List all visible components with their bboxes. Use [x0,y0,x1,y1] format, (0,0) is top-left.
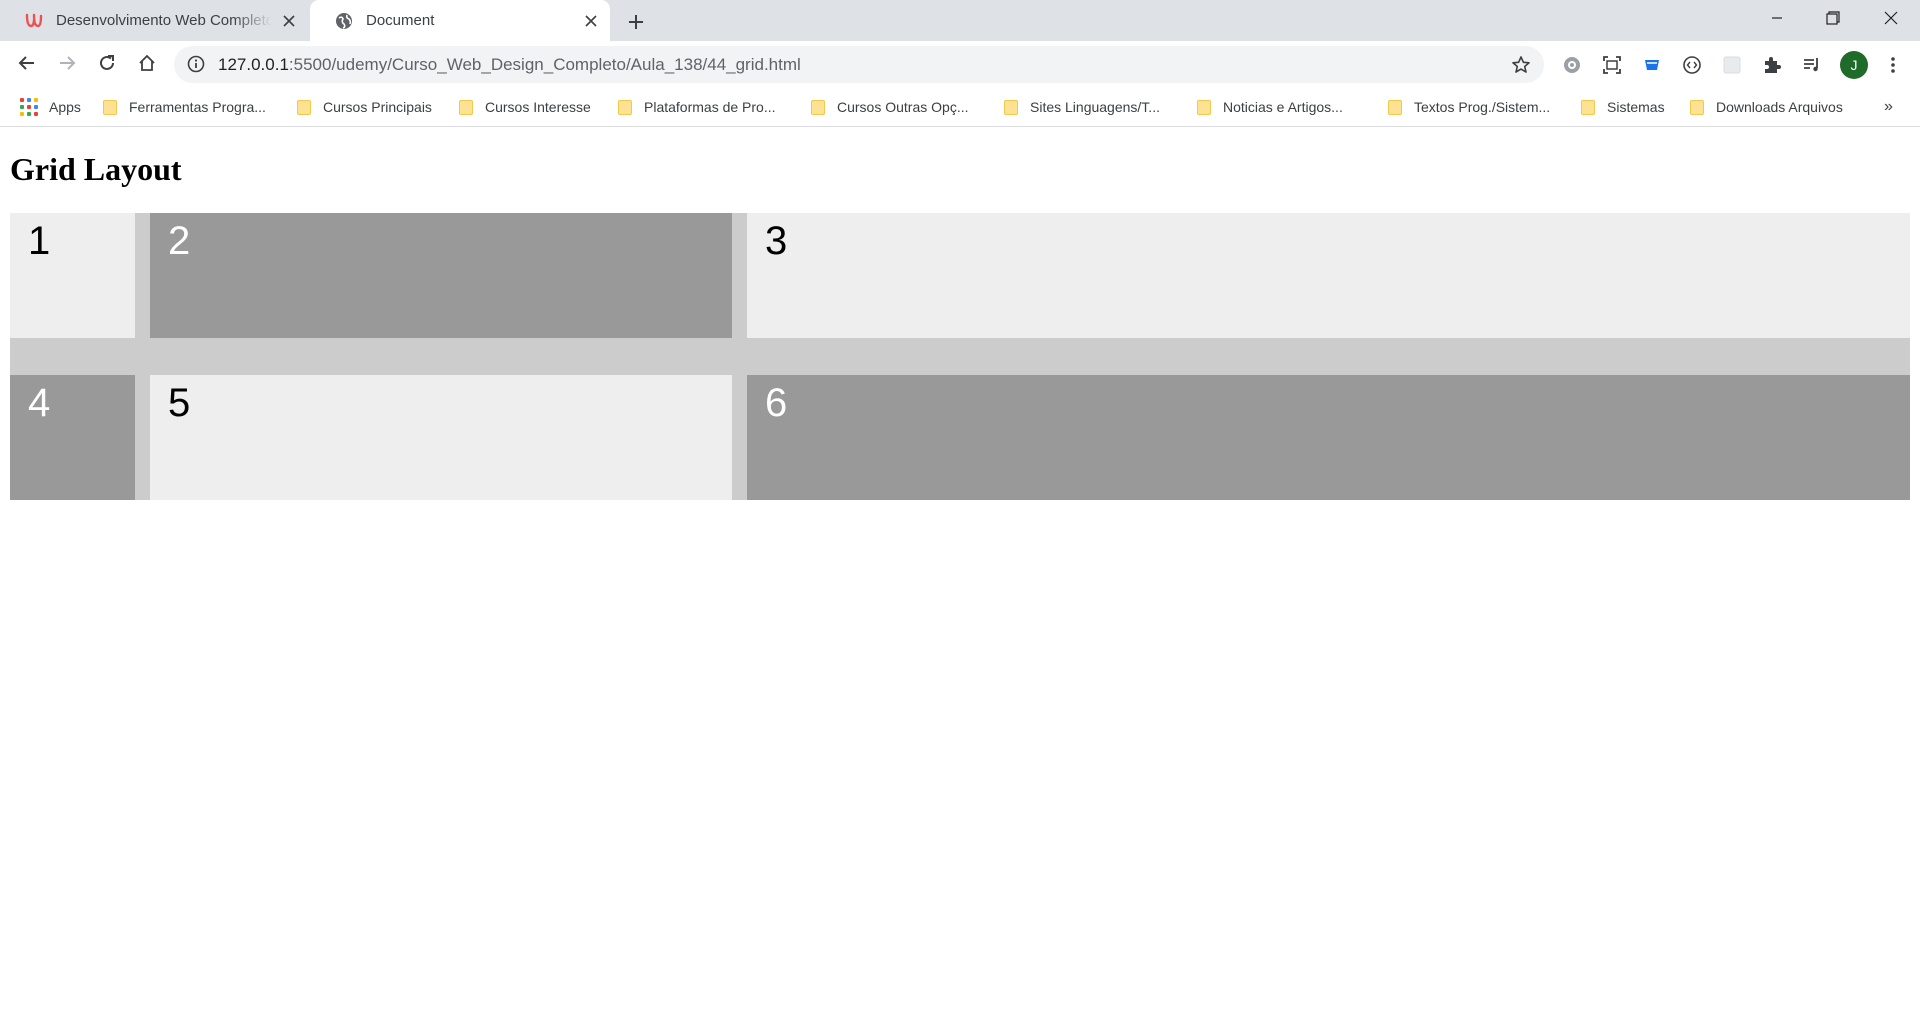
bookmarks-bar: Apps Ferramentas Progra... Cursos Princi… [0,88,1920,127]
folder-icon [1581,99,1595,115]
media-queue-icon[interactable] [1799,52,1825,78]
extension-blue-icon[interactable] [1639,52,1665,78]
bookmark-label: Cursos Interesse [485,99,591,115]
close-tab-icon[interactable] [580,10,602,32]
info-icon[interactable] [186,54,206,74]
tab-udemy[interactable]: Desenvolvimento Web Completo [0,0,308,41]
globe-icon [334,11,354,31]
grid-item-2: 2 [150,213,732,338]
puzzle-icon[interactable] [1759,52,1785,78]
extension-gear-icon[interactable] [1559,52,1585,78]
bookmark-folder[interactable]: Downloads Arquivos [1690,88,1843,126]
bookmark-label: Noticias e Artigos... [1223,99,1343,115]
apps-grid-icon [20,98,38,116]
tab-title: Document [366,12,435,29]
close-window-button[interactable] [1864,0,1918,36]
bookmark-label: Plataformas de Pro... [644,99,776,115]
home-button[interactable] [132,50,162,80]
tab-document[interactable]: Document [310,0,610,41]
folder-icon [1690,99,1704,115]
grid-item-3: 3 [747,213,1910,338]
bookmark-apps[interactable]: Apps [20,88,81,126]
grid-container: 1 2 3 4 5 6 [10,213,1910,500]
bookmark-label: Apps [49,99,81,115]
bookmark-folder[interactable]: Sites Linguagens/T... [1004,88,1160,126]
bookmark-folder[interactable]: Cursos Interesse [459,88,591,126]
home-icon [138,54,156,77]
bookmark-label: Sites Linguagens/T... [1030,99,1160,115]
forward-button[interactable] [52,50,82,80]
reload-button[interactable] [92,50,122,80]
toolbar: 127.0.0.1:5500/udemy/Curso_Web_Design_Co… [0,41,1920,88]
minimize-button[interactable] [1750,0,1804,36]
folder-icon [618,99,632,115]
restore-button[interactable] [1806,0,1860,36]
arrow-left-icon [18,54,36,77]
grid-item-4: 4 [10,375,135,500]
address-bar[interactable]: 127.0.0.1:5500/udemy/Curso_Web_Design_Co… [174,46,1544,83]
bookmark-label: Ferramentas Progra... [129,99,266,115]
url-text: 127.0.0.1:5500/udemy/Curso_Web_Design_Co… [218,55,801,75]
bookmark-star-icon[interactable] [1510,54,1532,76]
extension-blank-icon[interactable] [1719,52,1745,78]
bookmarks-overflow-button[interactable]: » [1884,88,1893,126]
bookmark-folder[interactable]: Cursos Principais [297,88,432,126]
bookmark-label: Cursos Principais [323,99,432,115]
profile-avatar[interactable]: J [1840,51,1868,79]
arrow-right-icon [58,54,76,77]
tab-strip: Desenvolvimento Web Completo Document [0,0,1920,41]
bookmark-label: Downloads Arquivos [1716,99,1843,115]
folder-icon [811,99,825,115]
bookmark-folder[interactable]: Ferramentas Progra... [103,88,266,126]
bookmark-folder[interactable]: Cursos Outras Opç... [811,88,968,126]
screenshot-icon[interactable] [1599,52,1625,78]
bookmark-folder[interactable]: Plataformas de Pro... [618,88,776,126]
back-button[interactable] [12,50,42,80]
grid-item-6: 6 [747,375,1910,500]
folder-icon [103,99,117,115]
folder-icon [1197,99,1211,115]
udemy-icon [24,11,44,31]
reload-icon [98,54,116,77]
bookmark-label: Cursos Outras Opç... [837,99,969,115]
folder-icon [297,99,311,115]
grid-item-1: 1 [10,213,135,338]
close-tab-icon[interactable] [278,10,300,32]
folder-icon [1388,99,1402,115]
page-content: Grid Layout 1 2 3 4 5 6 [0,127,1920,1030]
bookmark-label: Sistemas [1607,99,1665,115]
tab-title: Desenvolvimento Web Completo [56,12,272,29]
url-path: :5500/udemy/Curso_Web_Design_Completo/Au… [288,55,801,74]
folder-icon [459,99,473,115]
new-tab-button[interactable] [622,8,650,36]
folder-icon [1004,99,1018,115]
bookmark-label: Textos Prog./Sistem... [1414,99,1551,115]
menu-kebab-icon[interactable] [1880,52,1906,78]
page-heading: Grid Layout [10,151,182,187]
code-circle-icon[interactable] [1679,52,1705,78]
grid-item-5: 5 [150,375,732,500]
bookmark-folder[interactable]: Noticias e Artigos... [1197,88,1343,126]
url-host: 127.0.0.1 [218,55,289,74]
bookmark-folder[interactable]: Textos Prog./Sistem... [1388,88,1550,126]
bookmark-folder[interactable]: Sistemas [1581,88,1665,126]
